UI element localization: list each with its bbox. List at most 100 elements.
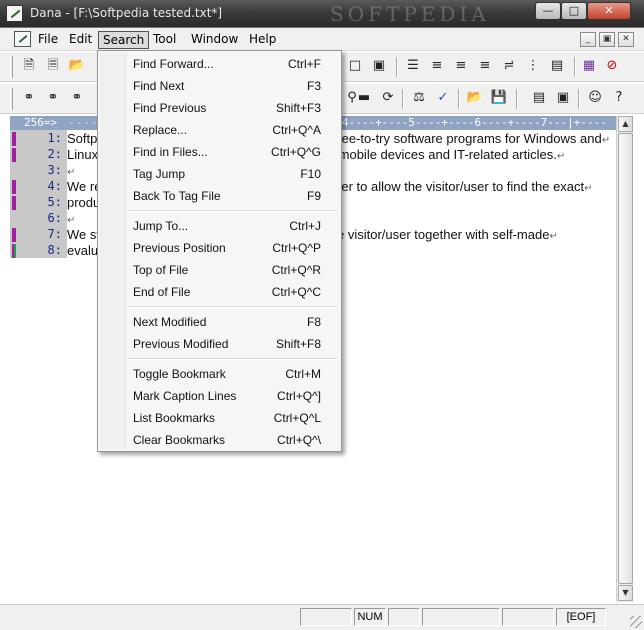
menu-item-shortcut: F3 (306, 79, 321, 93)
menu-item-tag-jump[interactable]: Tag Jump F10 (100, 163, 339, 185)
resize-grip[interactable] (630, 616, 642, 628)
status-cell-blank (422, 608, 500, 626)
grid-dots-icon[interactable]: ⋮ (524, 57, 542, 75)
line-text: ↵ (67, 163, 75, 178)
scroll-down-arrow[interactable]: ▼ (618, 585, 633, 601)
help-pointer-icon[interactable]: ? (610, 89, 628, 107)
menu-item-shortcut: Ctrl+Q^R (271, 263, 321, 277)
rotate-icon[interactable]: ⟳ (379, 89, 397, 107)
menu-item-find-next[interactable]: Find Next F3 (100, 75, 339, 97)
menu-search[interactable]: Search (98, 31, 150, 49)
menu-item-find-forward[interactable]: Find Forward... Ctrl+F (100, 53, 339, 75)
menu-item-mark-caption-lines[interactable]: Mark Caption Lines Ctrl+Q^] (100, 385, 339, 407)
menu-item-toggle-bookmark[interactable]: Toggle Bookmark Ctrl+M (100, 363, 339, 385)
menu-item-label: Previous Position (133, 241, 226, 255)
line-break-icon: ↵ (549, 231, 558, 242)
line-number: 6: (47, 211, 62, 225)
menu-item-label: Find in Files... (133, 145, 208, 159)
menu-item-next-modified[interactable]: Next Modified F8 (100, 311, 339, 333)
menu-item-label: Clear Bookmarks (133, 433, 226, 447)
indent-icon[interactable]: ≓ (500, 57, 518, 75)
scroll-up-arrow[interactable]: ▲ (618, 116, 633, 132)
menu-item-shortcut: Shift+F3 (275, 101, 321, 115)
toolbar-separator (396, 57, 398, 77)
menu-separator (128, 306, 338, 308)
align-right-icon[interactable]: ≡ (476, 57, 494, 75)
save-disk-icon[interactable]: 💾 (490, 89, 508, 107)
menu-item-list-bookmarks[interactable]: List Bookmarks Ctrl+Q^L (100, 407, 339, 429)
menu-item-shortcut: Ctrl+F (288, 57, 321, 71)
line-number: 2: (47, 147, 62, 161)
menu-bar: File Edit Search Tool Window Help _ ▣ ✕ (0, 28, 644, 51)
menu-edit[interactable]: Edit (65, 31, 96, 49)
watermark-text: SOFTPEDIA (330, 2, 490, 26)
status-num: NUM (354, 608, 386, 626)
new-file-icon[interactable]: 🗎 (20, 57, 38, 75)
align-center-icon[interactable]: ≡ (428, 57, 446, 75)
menu-separator (128, 210, 338, 212)
colored-grid-icon[interactable]: ▦ (580, 57, 598, 75)
menu-item-previous-position[interactable]: Previous Position Ctrl+Q^P (100, 237, 339, 259)
vertical-scrollbar[interactable]: ▲ ▼ (616, 116, 633, 602)
line-break-icon: ↵ (67, 215, 76, 226)
binoculars-prev-icon[interactable]: ⚭ (68, 89, 86, 107)
mdi-restore-button[interactable]: ▣ (599, 32, 615, 47)
menu-item-jump-to[interactable]: Jump To... Ctrl+J (100, 215, 339, 237)
spell-check-icon[interactable]: ✓ (434, 89, 452, 107)
menu-item-clear-bookmarks[interactable]: Clear Bookmarks Ctrl+Q^\ (100, 429, 339, 451)
app-icon[interactable] (6, 5, 23, 22)
menu-item-label: Tag Jump (133, 167, 186, 181)
menu-item-find-in-files[interactable]: Find in Files... Ctrl+Q^G (100, 141, 339, 163)
line-number: 4: (47, 179, 62, 193)
open-folder-icon[interactable]: 📂 (466, 89, 484, 107)
status-cell-blank (300, 608, 352, 626)
menu-item-back-to-tag-file[interactable]: Back To Tag File F9 (100, 185, 339, 207)
toolbar-separator (578, 89, 580, 109)
menu-item-replace[interactable]: Replace... Ctrl+Q^A (100, 119, 339, 141)
align-left-icon[interactable]: ≡ (452, 57, 470, 75)
menu-item-end-of-file[interactable]: End of File Ctrl+Q^C (100, 281, 339, 303)
list-numbers-icon[interactable]: ☰ (404, 57, 422, 75)
menu-item-label: Replace... (133, 123, 188, 137)
split-window-icon[interactable]: ▣ (554, 89, 572, 107)
menu-item-shortcut: Shift+F8 (275, 337, 321, 351)
mdi-close-button[interactable]: ✕ (618, 32, 634, 47)
toolbar-grip[interactable] (10, 56, 13, 78)
menu-item-shortcut: Ctrl+J (289, 219, 321, 233)
binoculars-icon[interactable]: ⚭ (20, 89, 38, 107)
menu-window[interactable]: Window (187, 31, 242, 49)
text-box-icon[interactable]: ▬ (355, 89, 373, 107)
scroll-thumb[interactable] (618, 133, 633, 584)
menu-item-label: Mark Caption Lines (133, 389, 237, 403)
stamp-icon[interactable]: ▣ (370, 57, 388, 75)
menu-item-label: Find Previous (133, 101, 207, 115)
menu-item-label: Next Modified (133, 315, 207, 329)
minimize-button[interactable]: — (535, 2, 561, 20)
toolbar-separator (574, 57, 576, 77)
binoculars-next-icon[interactable]: ⚭ (44, 89, 62, 107)
select-box-icon[interactable]: □ (346, 57, 364, 75)
document-icon[interactable] (14, 31, 31, 47)
scales-icon[interactable]: ⚖ (410, 89, 428, 107)
columns-icon[interactable]: ▤ (548, 57, 566, 75)
split-horizontal-icon[interactable]: ▤ (530, 89, 548, 107)
maximize-button[interactable]: □ (561, 2, 587, 20)
close-button[interactable]: ✕ (587, 2, 631, 20)
status-cell-blank (388, 608, 420, 626)
menu-tool[interactable]: Tool (149, 31, 180, 49)
menu-item-shortcut: Ctrl+M (285, 367, 321, 381)
menu-item-previous-modified[interactable]: Previous Modified Shift+F8 (100, 333, 339, 355)
menu-item-label: Find Forward... (133, 57, 214, 71)
new-document-icon[interactable]: 🗏 (44, 57, 62, 75)
open-folder-icon[interactable]: 📂 (68, 57, 86, 75)
status-cell-blank (502, 608, 554, 626)
smiley-icon[interactable]: ☺ (586, 89, 604, 107)
forbidden-icon[interactable]: ⊘ (603, 57, 621, 75)
menu-help[interactable]: Help (245, 31, 280, 49)
menu-item-find-previous[interactable]: Find Previous Shift+F3 (100, 97, 339, 119)
menu-item-shortcut: F10 (300, 167, 321, 181)
menu-file[interactable]: File (34, 31, 62, 49)
toolbar-grip[interactable] (10, 88, 13, 110)
mdi-minimize-button[interactable]: _ (580, 32, 596, 47)
menu-item-top-of-file[interactable]: Top of File Ctrl+Q^R (100, 259, 339, 281)
